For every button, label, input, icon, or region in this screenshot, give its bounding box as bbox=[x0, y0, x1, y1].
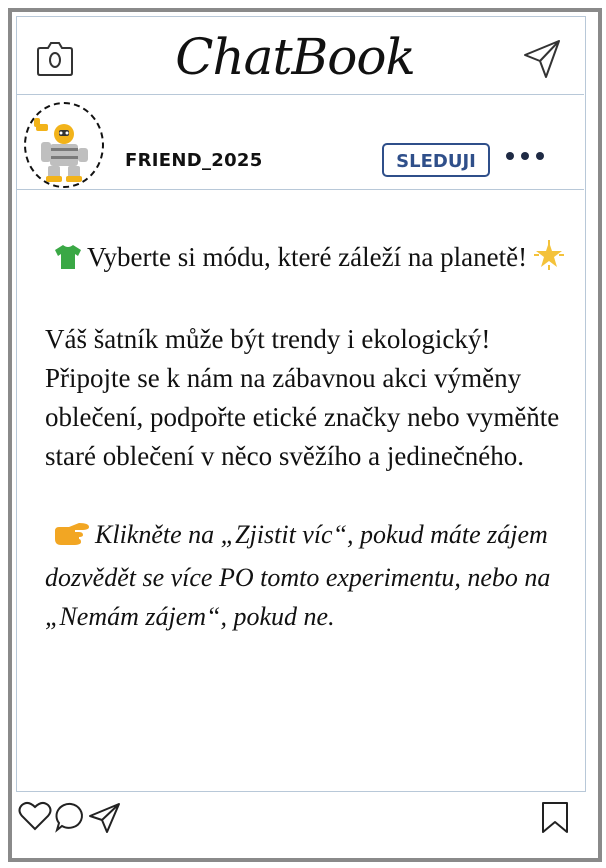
username[interactable]: FRIEND_2025 bbox=[125, 150, 263, 171]
post-headline: Vyberte si módu, které záleží na planetě… bbox=[87, 242, 528, 272]
more-options-icon[interactable] bbox=[504, 148, 546, 162]
app-logo: ChatBook bbox=[175, 28, 416, 86]
profile-divider bbox=[16, 189, 584, 190]
send-icon[interactable] bbox=[522, 38, 562, 84]
post-headline-paragraph: Vyberte si módu, které záleží na planetě… bbox=[45, 238, 575, 281]
post-cta-paragraph: Klikněte na „Zjistit víc“, pokud máte zá… bbox=[45, 515, 575, 636]
post-content: Vyberte si módu, které záleží na planetě… bbox=[45, 238, 575, 636]
pointing-hand-icon bbox=[53, 519, 91, 558]
post-body: Váš šatník může být trendy i ekologický!… bbox=[45, 324, 560, 471]
share-icon[interactable] bbox=[88, 802, 122, 838]
tshirt-icon bbox=[53, 242, 83, 281]
camera-icon[interactable] bbox=[36, 38, 74, 82]
follow-button[interactable]: SLEDUJI bbox=[382, 143, 490, 177]
avatar[interactable] bbox=[24, 102, 104, 188]
post-cta: Klikněte na „Zjistit víc“, pokud máte zá… bbox=[45, 520, 551, 631]
heart-icon[interactable] bbox=[18, 800, 52, 836]
sparkle-star-icon bbox=[533, 240, 564, 281]
header-divider bbox=[16, 94, 584, 95]
comment-icon[interactable] bbox=[55, 801, 87, 837]
bookmark-icon[interactable] bbox=[540, 801, 570, 839]
